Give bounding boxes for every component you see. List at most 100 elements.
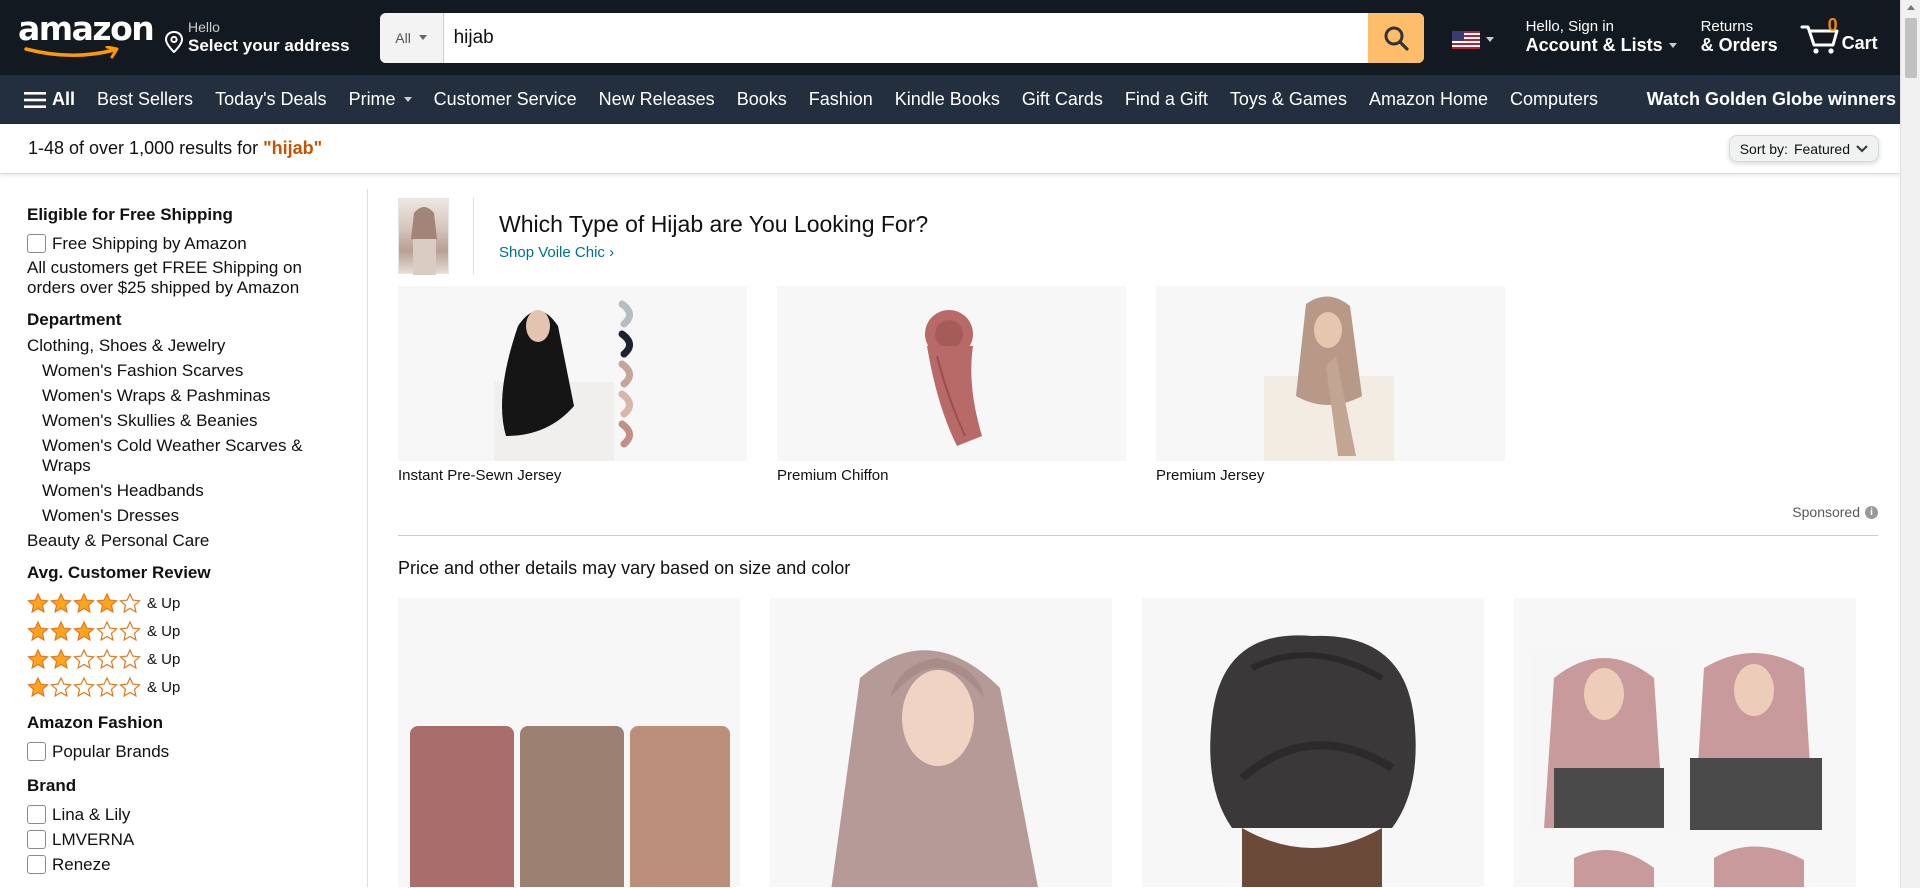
nav-customer-service[interactable]: Customer Service — [434, 89, 577, 110]
search-input[interactable] — [443, 12, 1368, 63]
star-icon — [50, 676, 72, 698]
account-lists[interactable]: Hello, Sign in Account & Lists — [1526, 19, 1677, 56]
tile-label: Instant Pre-Sewn Jersey — [398, 467, 562, 484]
sub-nav: All Best Sellers Today's Deals Prime Cus… — [0, 75, 1920, 124]
dept-headbands[interactable]: Women's Headbands — [27, 481, 347, 501]
review-filter-list: & Up & Up & Up & Up — [27, 589, 347, 701]
results-query: "hijab" — [263, 138, 323, 158]
review-filter-3-up[interactable]: & Up — [27, 617, 347, 645]
dept-clothing[interactable]: Clothing, Shoes & Jewelry — [27, 336, 347, 356]
nav-promo-link[interactable]: Watch Golden Globe winners — [1647, 89, 1896, 110]
nav-find-a-gift[interactable]: Find a Gift — [1125, 89, 1208, 110]
folded-hijabs-image — [410, 726, 730, 887]
returns-orders[interactable]: Returns & Orders — [1701, 19, 1778, 56]
search-button[interactable] — [1367, 12, 1424, 63]
chiffon-hijab-image — [925, 310, 982, 446]
results-content: Which Type of Hijab are You Looking For?… — [368, 174, 1920, 887]
star-icon — [27, 676, 49, 698]
brand-filter[interactable]: LMVERNA — [27, 827, 347, 852]
dept-wraps-pashminas[interactable]: Women's Wraps & Pashminas — [27, 386, 347, 406]
star-icon — [119, 592, 141, 614]
scroll-up-arrow-icon[interactable] — [1907, 5, 1915, 10]
banner-tile[interactable]: Premium Jersey — [1156, 286, 1505, 484]
nav-new-releases[interactable]: New Releases — [599, 89, 715, 110]
dept-dresses[interactable]: Women's Dresses — [27, 506, 347, 526]
banner-tile[interactable]: Instant Pre-Sewn Jersey — [398, 286, 747, 484]
review-filter-1-up[interactable]: & Up — [27, 673, 347, 701]
nav-best-sellers[interactable]: Best Sellers — [97, 89, 193, 110]
nav-todays-deals[interactable]: Today's Deals — [215, 89, 327, 110]
nav-computers[interactable]: Computers — [1510, 89, 1598, 110]
sponsored-text: Sponsored — [1792, 504, 1860, 520]
divider — [398, 535, 1878, 536]
dept-fashion-scarves[interactable]: Women's Fashion Scarves — [27, 361, 347, 381]
cart-count: 0 — [1827, 14, 1838, 35]
nav-kindle-books[interactable]: Kindle Books — [895, 89, 1000, 110]
nav-gift-cards[interactable]: Gift Cards — [1022, 89, 1103, 110]
shop-brand-link[interactable]: Shop Voile Chic › — [499, 244, 928, 261]
location-pin-icon — [164, 31, 184, 53]
top-nav: amazon Hello Select your address All hij… — [0, 0, 1920, 75]
tile-image[interactable] — [398, 286, 747, 461]
product-image[interactable] — [770, 598, 1112, 887]
sort-label: Sort by: — [1739, 140, 1788, 157]
search-department-select[interactable]: All — [379, 12, 444, 63]
nav-prime[interactable]: Prime — [349, 89, 412, 110]
language-selector[interactable] — [1451, 30, 1494, 49]
tile-image[interactable] — [1156, 286, 1505, 461]
product-image[interactable] — [1514, 598, 1856, 887]
sort-value: Featured — [1793, 140, 1850, 157]
turban-image — [1210, 635, 1416, 887]
product-image[interactable] — [398, 598, 740, 887]
star-icon — [73, 676, 95, 698]
hamburger-icon — [24, 91, 46, 108]
brand-thumbnail-image[interactable] — [398, 198, 449, 275]
chevron-down-icon — [418, 35, 427, 40]
page-scrollbar[interactable] — [1900, 0, 1920, 888]
free-shipping-label: Free Shipping by Amazon — [52, 233, 247, 253]
nav-amazon-home[interactable]: Amazon Home — [1369, 89, 1488, 110]
filters-sidebar: Eligible for Free Shipping Free Shipping… — [0, 189, 368, 887]
info-icon: i — [1865, 505, 1878, 519]
search-bar: All — [379, 12, 1424, 63]
us-flag-icon — [1451, 30, 1480, 49]
deliver-to[interactable]: Hello Select your address — [164, 19, 350, 56]
dept-skullies-beanies[interactable]: Women's Skullies & Beanies — [27, 411, 347, 431]
checkbox[interactable] — [27, 855, 46, 874]
amazon-logo[interactable]: amazon — [18, 11, 155, 60]
smile-arrow-icon — [24, 45, 119, 58]
banner-tile[interactable]: Premium Chiffon — [777, 286, 1126, 484]
checkbox[interactable] — [27, 805, 46, 824]
brand-filter[interactable]: Lina & Lily — [27, 802, 347, 827]
nav-books[interactable]: Books — [737, 89, 787, 110]
star-icon — [50, 620, 72, 642]
search-icon — [1384, 26, 1409, 51]
product-image[interactable] — [1142, 598, 1484, 887]
nav-fashion[interactable]: Fashion — [809, 89, 873, 110]
free-shipping-filter[interactable]: Free Shipping by Amazon — [27, 231, 347, 256]
results-count: 1-48 of over 1,000 results for — [28, 138, 259, 158]
checkbox[interactable] — [27, 234, 46, 253]
sort-dropdown[interactable]: Sort by: Featured — [1728, 135, 1879, 162]
brand-filter[interactable]: Reneze — [27, 852, 347, 877]
dept-cold-weather-scarves[interactable]: Women's Cold Weather Scarves & Wraps — [27, 436, 347, 476]
dept-beauty[interactable]: Beauty & Personal Care — [27, 531, 347, 551]
tile-image[interactable] — [777, 286, 1126, 461]
cart-button[interactable]: 0 Cart — [1800, 15, 1878, 55]
checkbox[interactable] — [27, 742, 46, 761]
chiffon-model-image — [831, 650, 1038, 887]
star-icon — [119, 676, 141, 698]
popular-brands-filter[interactable]: Popular Brands — [27, 739, 347, 764]
scrollbar-thumb[interactable] — [1905, 18, 1917, 78]
tile-label: Premium Jersey — [1156, 467, 1265, 484]
review-filter-label: & Up — [147, 678, 181, 696]
account-label: Account & Lists — [1525, 35, 1663, 55]
review-filter-2-up[interactable]: & Up — [27, 645, 347, 673]
checkbox[interactable] — [27, 830, 46, 849]
star-icon — [27, 592, 49, 614]
sponsored-label[interactable]: Sponsored i — [398, 504, 1878, 520]
nav-toys-games[interactable]: Toys & Games — [1230, 89, 1347, 110]
all-menu-button[interactable]: All — [24, 89, 75, 110]
tile-label: Premium Chiffon — [777, 467, 889, 484]
review-filter-4-up[interactable]: & Up — [27, 589, 347, 617]
